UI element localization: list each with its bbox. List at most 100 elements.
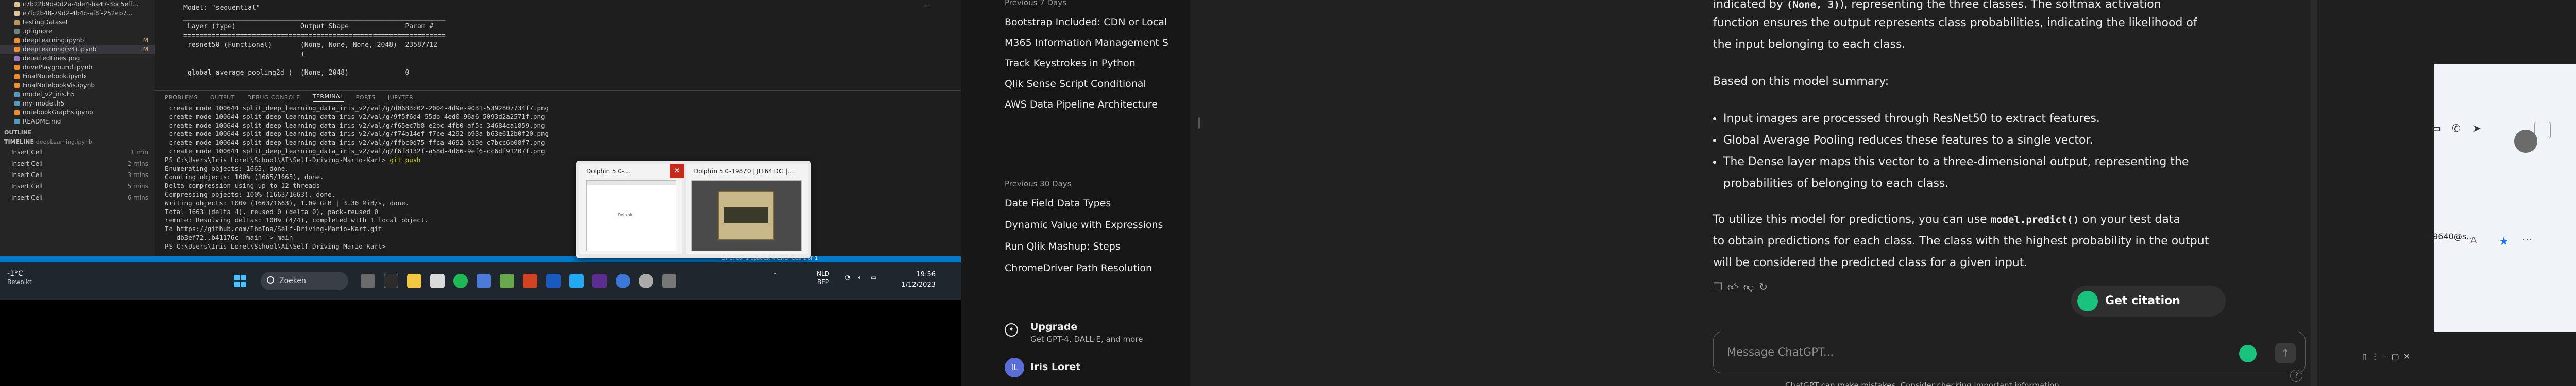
history-item[interactable]: Date Field Data Types: [1005, 198, 1175, 209]
timeline-entry[interactable]: Insert Cell 3 mins: [0, 169, 155, 181]
help-button[interactable]: ?: [2290, 370, 2302, 382]
timeline-entry[interactable]: Insert Cell 5 mins: [0, 181, 155, 192]
history-item[interactable]: M365 Information Management S: [1005, 37, 1175, 48]
file-name: model_v2_iris.h5: [23, 91, 75, 98]
history-item[interactable]: Qlik Sense Script Conditional: [1005, 78, 1175, 90]
dolphin-icon[interactable]: [639, 274, 653, 288]
battery-icon[interactable]: ▭: [871, 274, 876, 281]
terminal-final-prompt[interactable]: PS C:\Users\Iris Loret\School\AI\Self-Dr…: [165, 242, 961, 251]
file-item[interactable]: my_model.h5: [0, 99, 155, 109]
file-name: deepLearning.ipynb: [23, 37, 84, 44]
scrollbar[interactable]: [2311, 0, 2317, 386]
weather-temp: -1°C: [7, 270, 23, 278]
spotify-icon[interactable]: [453, 274, 468, 288]
user-menu[interactable]: IL Iris Loret: [1005, 355, 1180, 381]
teams-icon[interactable]: [477, 274, 491, 288]
grammar-icon[interactable]: [2239, 345, 2257, 362]
file-item[interactable]: deepLearning(v4).ipynb M: [0, 45, 155, 54]
app-icon[interactable]: [662, 274, 676, 288]
thumbs-up-icon[interactable]: 👍︎: [1727, 280, 1743, 293]
start-icon[interactable]: [233, 274, 247, 288]
panel-icon-2[interactable]: ▭: [2431, 122, 2441, 134]
history-item[interactable]: ChromeDriver Path Resolution: [1005, 262, 1175, 274]
history-item[interactable]: Dynamic Value with Expressions: [1005, 219, 1175, 231]
file-item[interactable]: testingDataset: [0, 18, 155, 27]
file-item[interactable]: README.md: [0, 117, 155, 127]
message-input[interactable]: Message ChatGPT... ↑: [1713, 332, 2306, 373]
chrome-icon[interactable]: [430, 274, 445, 288]
file-name: deepLearning(v4).ipynb: [23, 45, 97, 53]
powerpoint-icon[interactable]: [523, 274, 537, 288]
file-item[interactable]: deepLearning.ipynb M: [0, 36, 155, 45]
file-item[interactable]: e7fc2b48-79d2-4b4c-af8f-252eb7...: [0, 9, 155, 19]
regenerate-icon[interactable]: ↻: [1759, 280, 1773, 293]
file-explorer-icon[interactable]: [407, 274, 421, 288]
file-item[interactable]: c7b22b9d-0d2a-4de4-ba47-3bc5eff...: [0, 0, 155, 9]
terminal-line: Enumerating objects: 1665, done.: [165, 164, 289, 172]
terminal-output[interactable]: create mode 100644 split_deep_learning_d…: [155, 104, 961, 251]
panel-tab[interactable]: PROBLEMS: [165, 94, 198, 101]
edge-icon[interactable]: [616, 274, 630, 288]
wifi-icon[interactable]: ◔: [845, 274, 850, 281]
send-button[interactable]: ↑: [2275, 343, 2296, 363]
file-item[interactable]: .gitignore: [0, 27, 155, 37]
history-item[interactable]: AWS Data Pipeline Architecture: [1005, 99, 1175, 110]
excel-icon[interactable]: [500, 274, 514, 288]
upgrade-button[interactable]: ✦ Upgrade Get GPT-4, DALL·E, and more: [1005, 319, 1180, 350]
panel-icon[interactable]: [2534, 122, 2551, 138]
file-item[interactable]: FinalNotebook.ipynb: [0, 72, 155, 81]
file-icon: [14, 2, 20, 7]
bookmark-star-icon[interactable]: ★: [2499, 235, 2509, 248]
history-item[interactable]: Track Keystrokes in Python: [1005, 58, 1175, 69]
file-item[interactable]: detectedLines.png: [0, 54, 155, 63]
preview-card-dolphin-1[interactable]: Dolphin 5.0-... ✕ Dolphin: [579, 164, 684, 254]
output-line: ========================================…: [183, 32, 446, 40]
panel-tab[interactable]: DEBUG CONSOLE: [247, 94, 300, 101]
panel-tab[interactable]: OUTPUT: [210, 94, 235, 101]
sidebar-toggle-handle[interactable]: [1198, 117, 1200, 129]
visual-studio-icon[interactable]: [592, 274, 607, 288]
panel-tab[interactable]: PORTS: [356, 94, 376, 101]
get-citation-button[interactable]: Get citation: [2071, 286, 2226, 317]
preview-card-dolphin-2[interactable]: Dolphin 5.0-19870 | JIT64 DC |...: [686, 164, 808, 254]
lang-line-2: BEP: [817, 278, 829, 286]
profile-avatar[interactable]: [2514, 130, 2537, 153]
vscode-icon[interactable]: [569, 274, 584, 288]
outlook-icon[interactable]: [546, 274, 561, 288]
file-name: my_model.h5: [23, 99, 65, 107]
outline-header[interactable]: OUTLINE: [0, 128, 155, 137]
language-indicator[interactable]: NLD BEP: [817, 270, 829, 286]
widgets-icon[interactable]: [384, 274, 398, 288]
more-icon[interactable]: ⋯: [2522, 233, 2532, 245]
window-controls[interactable]: ▯⋮–▢✕: [2362, 352, 2414, 361]
file-item[interactable]: FinalNotebookVis.ipynb: [0, 81, 155, 91]
history-item[interactable]: Bootstrap Included: CDN or Local: [1005, 16, 1175, 28]
timeline-entry[interactable]: Insert Cell 2 mins: [0, 158, 155, 169]
file-name: drivePlayground.ipynb: [23, 63, 92, 71]
file-item[interactable]: drivePlayground.ipynb: [0, 63, 155, 73]
close-icon[interactable]: ✕: [670, 164, 684, 178]
chevron-up-icon[interactable]: ⌃: [773, 272, 778, 279]
panel-tab[interactable]: JUPYTER: [388, 94, 413, 101]
taskbar-search[interactable]: Zoeken: [261, 272, 348, 290]
task-view-icon[interactable]: [361, 274, 375, 288]
timeline-entry[interactable]: Insert Cell 1 min: [0, 147, 155, 158]
panel-tab[interactable]: TERMINAL: [312, 93, 344, 102]
avatar: IL: [1005, 358, 1024, 377]
file-item[interactable]: notebookGraphs.ipynb: [0, 108, 155, 117]
taskbar-clock[interactable]: 19:56 1/12/2023: [889, 270, 936, 290]
file-item[interactable]: model_v2_iris.h5: [0, 90, 155, 99]
timeline-entry[interactable]: Insert Cell 6 mins: [0, 192, 155, 203]
p1-pre: indicated by: [1713, 0, 1787, 11]
weather-widget[interactable]: -1°C Bewolkt: [7, 270, 32, 286]
history-item[interactable]: Run Qlik Mashup: Steps: [1005, 241, 1175, 252]
phone-icon[interactable]: ✆: [2452, 122, 2461, 134]
font-icon[interactable]: A: [2470, 235, 2477, 246]
thumbs-down-icon[interactable]: 👎︎: [1743, 280, 1759, 293]
volume-icon[interactable]: 🔈︎: [858, 274, 861, 282]
file-icon: [14, 38, 20, 43]
terminal-line: Total 1663 (delta 4), reused 0 (delta 0)…: [165, 207, 378, 216]
copy-icon[interactable]: ❐: [1713, 280, 1727, 293]
send-icon[interactable]: ➤: [2472, 122, 2481, 134]
timeline-header[interactable]: TIMELINE deepLearning.ipynb: [0, 137, 155, 147]
